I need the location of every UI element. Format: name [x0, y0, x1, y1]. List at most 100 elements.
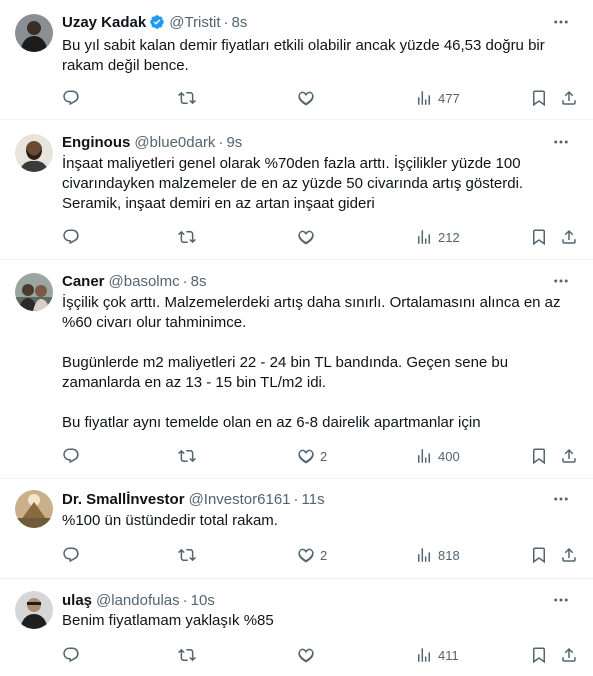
separator-dot: ·	[182, 272, 188, 290]
share-button[interactable]	[560, 227, 578, 247]
like-button[interactable]	[297, 645, 320, 665]
author-name[interactable]: Dr. Smallİnvestor	[62, 491, 185, 508]
avatar[interactable]	[15, 591, 53, 629]
like-count: 2	[320, 448, 328, 464]
retweet-button[interactable]	[178, 88, 196, 108]
retweet-button[interactable]	[178, 545, 196, 565]
like-button[interactable]: 2	[297, 545, 327, 565]
share-button[interactable]	[560, 446, 578, 466]
retweet-button[interactable]	[178, 645, 196, 665]
timestamp[interactable]: 8s	[232, 14, 248, 31]
views-button[interactable]: 818	[415, 545, 460, 565]
tweet-paragraph: Bu fiyatlar aynı temelde olan en az 6-8 …	[62, 414, 481, 431]
tweet[interactable]: Enginous @blue0dark · 9s İnşaat maliyetl…	[0, 120, 593, 260]
author-handle[interactable]: @Tristit	[169, 14, 220, 31]
more-horizontal-icon[interactable]	[551, 12, 571, 32]
verified-badge-icon	[149, 14, 165, 30]
tweet[interactable]: Caner @basolmc · 8s İşçilik çok arttı. M…	[0, 260, 593, 479]
more-horizontal-icon[interactable]	[551, 271, 571, 291]
bookmark-button[interactable]	[530, 446, 548, 466]
views-chart-icon	[418, 449, 430, 463]
heart-icon	[298, 548, 314, 563]
heart-icon	[298, 449, 314, 464]
separator-dot: ·	[182, 591, 188, 609]
like-button[interactable]	[297, 88, 320, 108]
avatar[interactable]	[15, 14, 53, 52]
tweet-text: Bu yıl sabit kalan demir fiyatları etkil…	[62, 36, 572, 76]
share-icon	[562, 647, 576, 662]
tweet-text: Benim fiyatlamam yaklaşık %85	[62, 611, 572, 631]
bookmark-button[interactable]	[530, 545, 548, 565]
tweet-paragraph: Bugünlerde m2 maliyetleri 22 - 24 bin TL…	[62, 354, 509, 391]
timestamp[interactable]: 10s	[191, 592, 215, 609]
bookmark-button[interactable]	[530, 227, 548, 247]
reply-button[interactable]	[62, 645, 80, 665]
tweet-text: İnşaat maliyetleri genel olarak %70den f…	[62, 154, 572, 214]
heart-icon	[298, 230, 314, 245]
view-count: 818	[438, 547, 460, 563]
retweet-button[interactable]	[178, 227, 196, 247]
tweet-actions: 2 400	[62, 446, 578, 466]
share-button[interactable]	[560, 545, 578, 565]
avatar[interactable]	[15, 134, 53, 172]
view-count: 212	[438, 229, 460, 245]
bookmark-icon	[533, 547, 545, 564]
reply-button[interactable]	[62, 545, 80, 565]
author-name[interactable]: ulaş	[62, 592, 92, 609]
avatar[interactable]	[15, 273, 53, 311]
bookmark-icon	[533, 90, 545, 107]
author-name[interactable]: Enginous	[62, 134, 130, 151]
bookmark-button[interactable]	[530, 88, 548, 108]
retweet-icon	[178, 230, 196, 244]
more-horizontal-icon[interactable]	[551, 132, 571, 152]
reply-icon	[63, 229, 79, 245]
tweet-text: %100 ün üstündedir total rakam.	[62, 511, 572, 531]
more-horizontal-icon[interactable]	[551, 590, 571, 610]
tweet-actions: 411	[62, 645, 578, 665]
like-button[interactable]: 2	[297, 446, 327, 466]
tweet-paragraph: Benim fiyatlamam yaklaşık %85	[62, 612, 274, 629]
reply-icon	[63, 547, 79, 563]
bookmark-icon	[533, 229, 545, 246]
author-handle[interactable]: @blue0dark	[134, 134, 215, 151]
author-handle[interactable]: @basolmc	[109, 273, 180, 290]
tweet[interactable]: ulaş @landofulas · 10s Benim fiyatlamam …	[0, 579, 593, 676]
view-count: 411	[438, 647, 459, 663]
views-button[interactable]: 400	[415, 446, 460, 466]
avatar[interactable]	[15, 490, 53, 528]
more-horizontal-icon[interactable]	[551, 489, 571, 509]
timestamp[interactable]: 11s	[302, 491, 325, 508]
timestamp[interactable]: 9s	[226, 134, 242, 151]
share-icon	[562, 448, 576, 463]
reply-button[interactable]	[62, 227, 80, 247]
bookmark-icon	[533, 448, 545, 465]
views-button[interactable]: 477	[415, 88, 460, 108]
separator-dot: ·	[293, 490, 299, 508]
views-button[interactable]: 212	[415, 227, 460, 247]
heart-icon	[298, 648, 314, 663]
tweet-paragraph: Bu yıl sabit kalan demir fiyatları etkil…	[62, 37, 545, 74]
retweet-button[interactable]	[178, 446, 196, 466]
timestamp[interactable]: 8s	[191, 273, 207, 290]
author-name[interactable]: Caner	[62, 273, 105, 290]
share-icon	[562, 547, 576, 562]
tweet[interactable]: Dr. Smallİnvestor @Investor6161 · 11s %1…	[0, 479, 593, 579]
like-button[interactable]	[297, 227, 320, 247]
separator-dot: ·	[218, 133, 224, 151]
share-icon	[562, 90, 576, 105]
reply-button[interactable]	[62, 88, 80, 108]
author-handle[interactable]: @landofulas	[96, 592, 180, 609]
tweet-actions: 212	[62, 227, 578, 247]
bookmark-button[interactable]	[530, 645, 548, 665]
reply-button[interactable]	[62, 446, 80, 466]
share-button[interactable]	[560, 645, 578, 665]
views-button[interactable]: 411	[415, 645, 459, 665]
like-count: 2	[320, 547, 328, 563]
share-button[interactable]	[560, 88, 578, 108]
tweet[interactable]: Uzay Kadak @Tristit · 8s Bu yıl sabit ka…	[0, 0, 593, 120]
tweet-text: İşçilik çok arttı. Malzemelerdeki artış …	[62, 293, 572, 433]
author-name[interactable]: Uzay Kadak	[62, 14, 146, 31]
tweet-actions: 477	[62, 88, 578, 108]
author-handle[interactable]: @Investor6161	[189, 491, 291, 508]
retweet-icon	[178, 91, 196, 105]
